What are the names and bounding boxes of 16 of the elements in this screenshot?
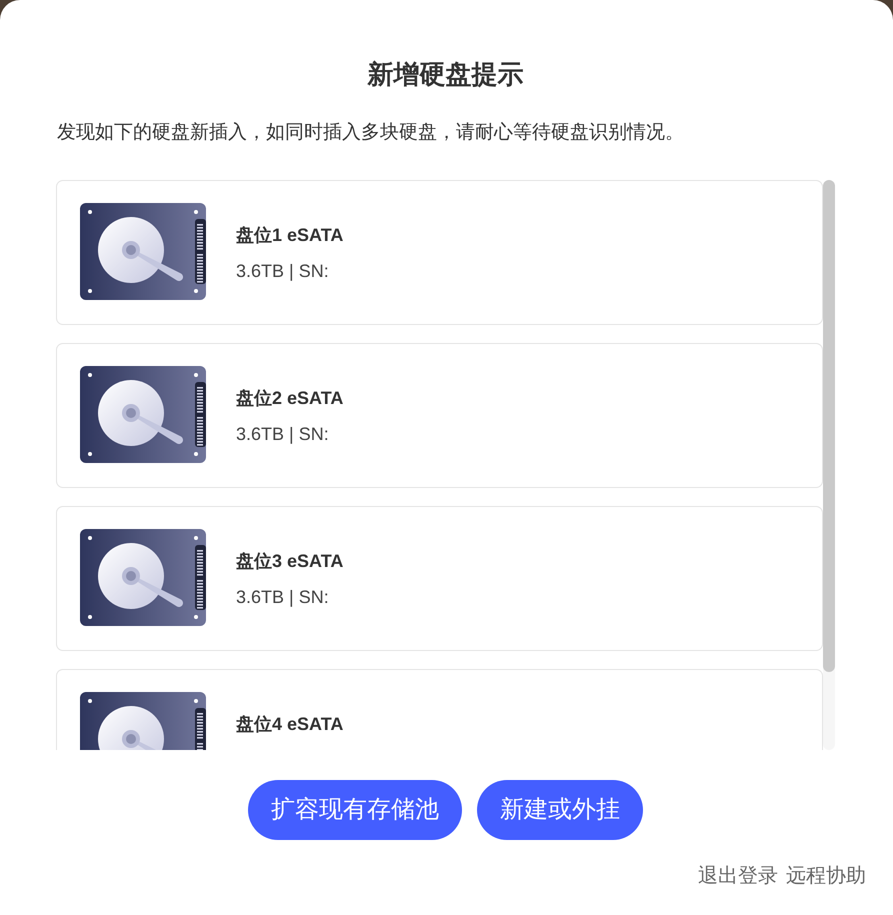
disk-name: 盘位1 eSATA — [236, 224, 344, 247]
action-button[interactable]: 新建或外挂 — [477, 780, 643, 840]
action-button[interactable]: 扩容现有存储池 — [248, 780, 462, 840]
hard-drive-icon — [80, 529, 206, 626]
hard-drive-icon — [80, 203, 206, 300]
disk-info: 3.6TB | SN: — [236, 260, 329, 283]
dialog-title: 新增硬盘提示 — [368, 58, 524, 91]
disk-name: 盘位4 eSATA — [236, 713, 344, 736]
dialog-message: 发现如下的硬盘新插入，如同时插入多块硬盘，请耐心等待硬盘识别情况。 — [57, 121, 684, 145]
disk-name: 盘位2 eSATA — [236, 387, 344, 410]
disk-info: 3.6TB | SN: — [236, 423, 329, 446]
disk-name: 盘位3 eSATA — [236, 550, 344, 573]
disk-info: 3.6TB | SN: — [236, 586, 329, 609]
footer-link[interactable]: 退出登录 — [698, 864, 778, 888]
footer-link[interactable]: 远程协助 — [786, 864, 866, 888]
hard-drive-icon — [80, 366, 206, 463]
